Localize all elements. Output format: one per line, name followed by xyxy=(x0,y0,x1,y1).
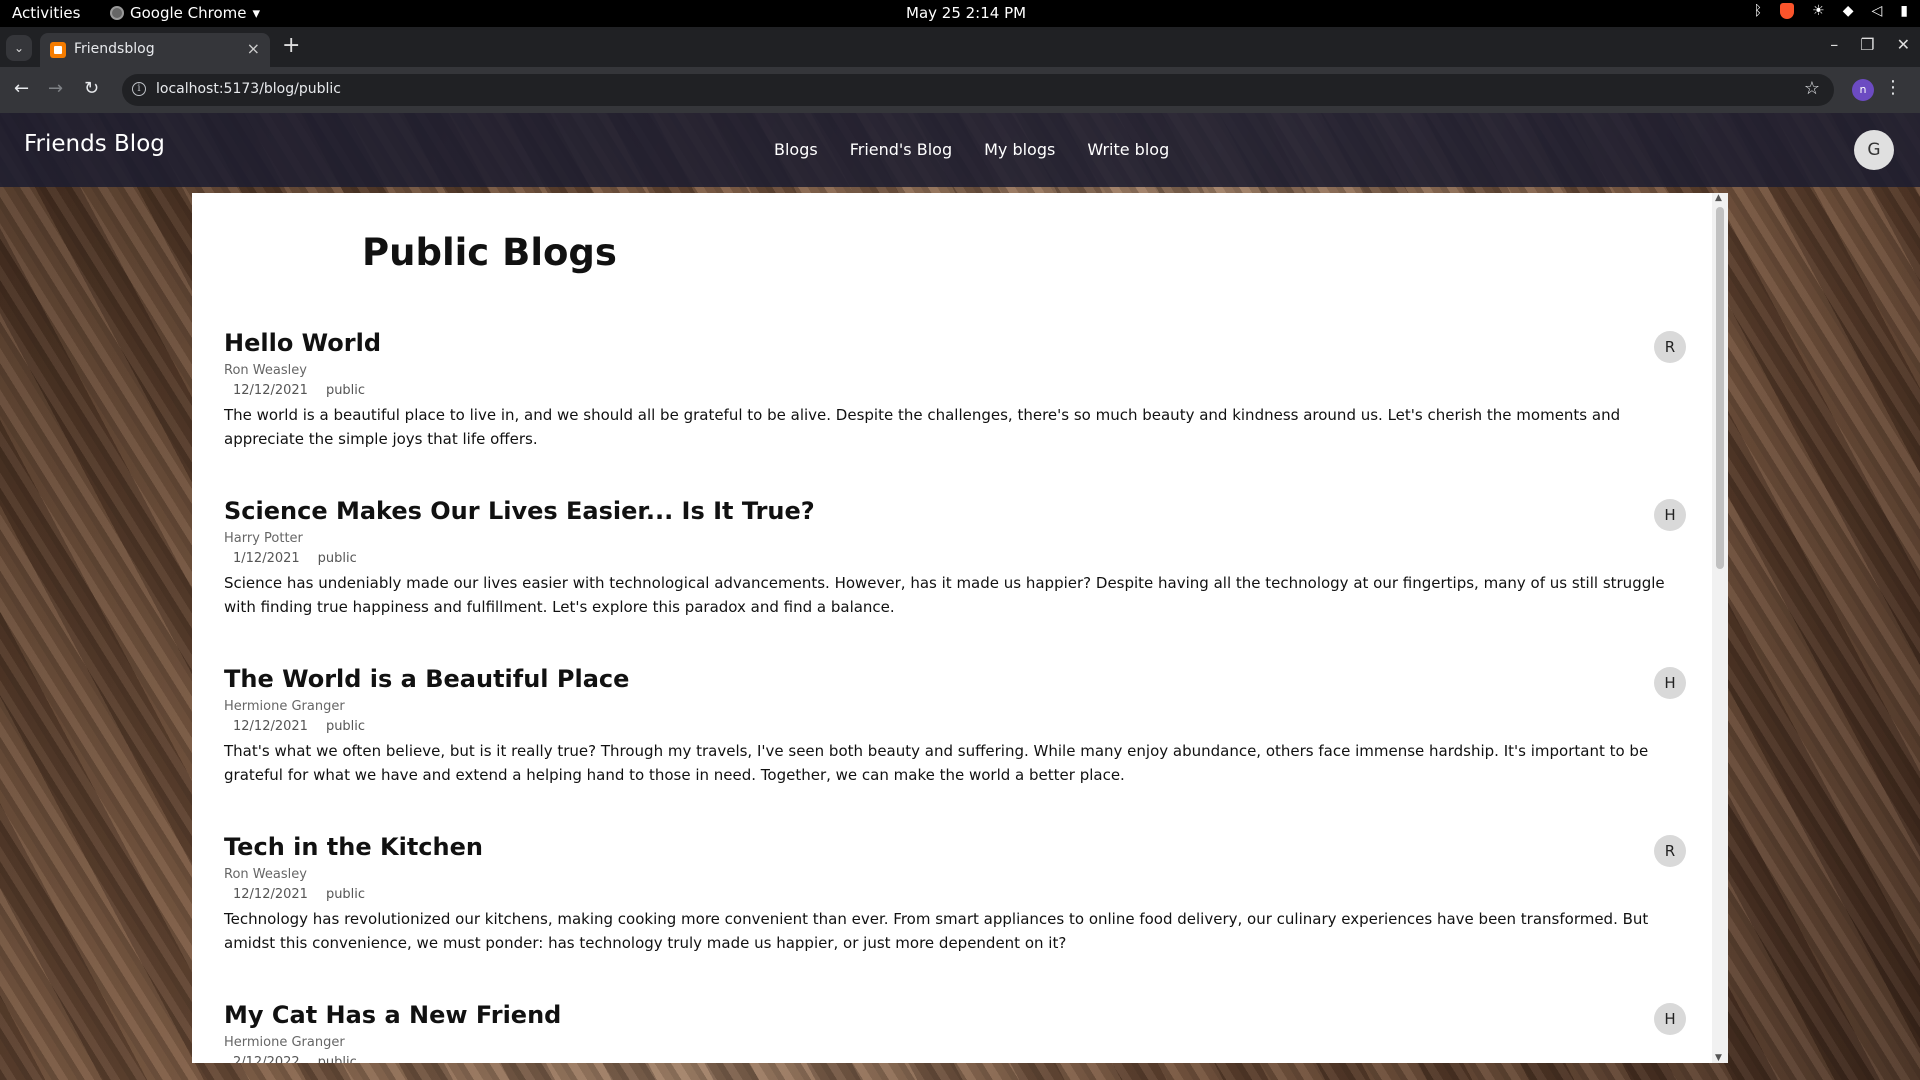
volume-muted-icon[interactable]: ◁ xyxy=(1872,3,1883,19)
author-avatar[interactable]: H xyxy=(1654,1003,1686,1035)
app-name: Google Chrome xyxy=(130,4,247,22)
minimize-button[interactable]: – xyxy=(1830,35,1838,54)
blog-post[interactable]: Tech in the Kitchen Ron Weasley 12/12/20… xyxy=(224,831,1686,955)
window-controls: – ❐ ✕ xyxy=(1830,35,1910,54)
restore-button[interactable]: ❐ xyxy=(1860,35,1874,54)
scroll-up-arrow-icon[interactable]: ▲ xyxy=(1715,193,1722,203)
clock[interactable]: May 25 2:14 PM xyxy=(906,4,1026,22)
nav-write-blog[interactable]: Write blog xyxy=(1087,140,1169,159)
blog-post[interactable]: Science Makes Our Lives Easier... Is It … xyxy=(224,495,1686,619)
wifi-icon[interactable]: ◆ xyxy=(1843,3,1854,19)
site-nav: Blogs Friend's Blog My blogs Write blog xyxy=(774,140,1169,159)
post-body: The world is a beautiful place to live i… xyxy=(224,406,1621,448)
page-title: Public Blogs xyxy=(362,231,617,274)
nav-blogs[interactable]: Blogs xyxy=(774,140,818,159)
author-avatar[interactable]: H xyxy=(1654,499,1686,531)
brave-icon[interactable] xyxy=(1780,3,1795,19)
post-author: Hermione Granger xyxy=(224,1035,345,1050)
scroll-down-arrow-icon[interactable]: ▼ xyxy=(1715,1053,1722,1063)
post-body: Technology has revolutionized our kitche… xyxy=(224,910,1649,952)
nav-my-blogs[interactable]: My blogs xyxy=(984,140,1055,159)
bookmark-star-icon[interactable]: ☆ xyxy=(1804,78,1820,99)
post-date: 2/12/2022 xyxy=(233,1055,300,1063)
post-author: Ron Weasley xyxy=(224,363,307,378)
blog-post[interactable]: My Cat Has a New Friend Hermione Granger… xyxy=(224,999,1686,1063)
post-date: 12/12/2021 xyxy=(233,383,308,398)
bluetooth-icon[interactable]: ᛒ xyxy=(1754,3,1762,19)
brightness-icon[interactable]: ☀ xyxy=(1812,3,1825,19)
post-date: 1/12/2021 xyxy=(233,551,300,566)
url-text[interactable]: localhost:5173/blog/public xyxy=(156,81,341,97)
post-title[interactable]: Science Makes Our Lives Easier... Is It … xyxy=(224,495,1686,527)
profile-avatar[interactable]: n xyxy=(1852,79,1874,101)
author-avatar[interactable]: H xyxy=(1654,667,1686,699)
nav-friends-blog[interactable]: Friend's Blog xyxy=(850,140,952,159)
post-meta: 1/12/2021 public xyxy=(233,551,1686,567)
activities-button[interactable]: Activities xyxy=(12,4,80,22)
system-top-bar: Activities Google Chrome ▾ May 25 2:14 P… xyxy=(0,0,1920,27)
post-visibility: public xyxy=(325,383,366,398)
post-title[interactable]: Tech in the Kitchen xyxy=(224,831,1686,863)
close-window-button[interactable]: ✕ xyxy=(1897,35,1910,54)
post-author: Ron Weasley xyxy=(224,867,307,882)
tab-close-button[interactable]: × xyxy=(247,39,260,58)
author-avatar[interactable]: R xyxy=(1654,331,1686,363)
panel-scrollbar[interactable]: ▲ ▼ xyxy=(1712,193,1728,1063)
tab-search-button[interactable]: ⌄ xyxy=(6,35,32,61)
post-date: 12/12/2021 xyxy=(233,719,308,734)
tab-friendsblog[interactable]: Friendsblog × xyxy=(40,33,270,67)
post-date: 12/12/2021 xyxy=(233,887,308,902)
back-button[interactable]: ← xyxy=(14,78,29,100)
system-tray[interactable]: ᛒ ☀ ◆ ◁ ▮ xyxy=(1754,3,1908,19)
post-meta: 2/12/2022 public xyxy=(233,1055,1686,1063)
tab-strip: ⌄ Friendsblog × + – ❐ ✕ xyxy=(0,27,1920,67)
tab-title: Friendsblog xyxy=(74,41,155,57)
browser-menu-icon[interactable]: ⋮ xyxy=(1884,77,1902,98)
post-body: Science has undeniably made our lives ea… xyxy=(224,574,1665,616)
post-author: Hermione Granger xyxy=(224,699,345,714)
post-visibility: public xyxy=(317,551,357,566)
page-viewport: Friends Blog Blogs Friend's Blog My blog… xyxy=(0,113,1920,1080)
post-meta: 12/12/2021 public xyxy=(233,887,1686,903)
chrome-icon xyxy=(110,6,124,20)
browser-toolbar: ← → ↻ i localhost:5173/blog/public ☆ n ⋮ xyxy=(0,67,1920,113)
app-menu[interactable]: Google Chrome ▾ xyxy=(110,4,260,22)
post-body: That's what we often believe, but is it … xyxy=(224,742,1649,784)
site-brand[interactable]: Friends Blog xyxy=(24,131,165,157)
blogger-favicon-icon xyxy=(50,42,66,58)
post-visibility: public xyxy=(317,1055,357,1063)
blog-post[interactable]: The World is a Beautiful Place Hermione … xyxy=(224,663,1686,787)
blog-list-panel: Public Blogs Hello World Ron Weasley 12/… xyxy=(192,193,1728,1063)
reload-button[interactable]: ↻ xyxy=(84,78,99,100)
scrollbar-thumb[interactable] xyxy=(1716,207,1724,569)
post-visibility: public xyxy=(325,719,366,734)
post-meta: 12/12/2021 public xyxy=(233,383,1686,399)
post-title[interactable]: Hello World xyxy=(224,327,1686,359)
forward-button[interactable]: → xyxy=(48,78,63,100)
post-title[interactable]: My Cat Has a New Friend xyxy=(224,999,1686,1031)
new-tab-button[interactable]: + xyxy=(282,35,300,57)
post-author: Harry Potter xyxy=(224,531,303,546)
site-navbar: Friends Blog Blogs Friend's Blog My blog… xyxy=(0,113,1920,187)
battery-icon[interactable]: ▮ xyxy=(1900,3,1908,19)
post-meta: 12/12/2021 public xyxy=(233,719,1686,735)
site-info-icon[interactable]: i xyxy=(132,82,146,96)
post-visibility: public xyxy=(325,887,366,902)
address-bar[interactable]: i localhost:5173/blog/public ☆ xyxy=(122,74,1834,106)
blog-post[interactable]: Hello World Ron Weasley 12/12/2021 public… xyxy=(224,327,1686,451)
post-title[interactable]: The World is a Beautiful Place xyxy=(224,663,1686,695)
chevron-down-icon: ▾ xyxy=(252,4,261,22)
user-avatar[interactable]: G xyxy=(1854,130,1894,170)
author-avatar[interactable]: R xyxy=(1654,835,1686,867)
